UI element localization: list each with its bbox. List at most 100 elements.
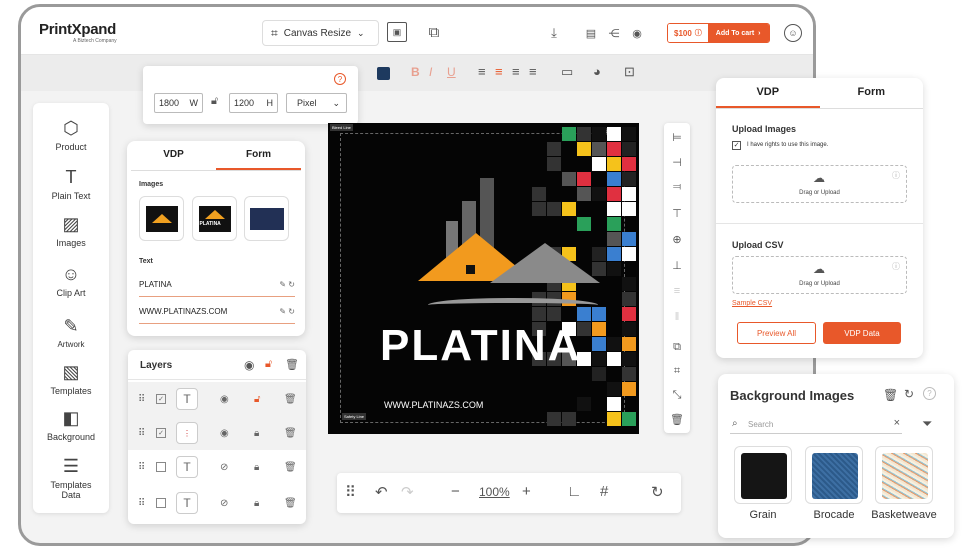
layers-copy-icon[interactable]: ▣ bbox=[387, 22, 407, 42]
preview-eye-icon[interactable]: ◉ bbox=[629, 25, 645, 41]
zoom-in-icon[interactable]: + bbox=[522, 483, 531, 500]
reset-icon[interactable]: ↻ bbox=[651, 483, 664, 501]
canvas-brand-text[interactable]: PLATINA bbox=[380, 321, 581, 371]
text-color-swatch[interactable] bbox=[377, 67, 390, 80]
zoom-out-icon[interactable]: − bbox=[451, 483, 460, 500]
help-icon[interactable]: ⓘ bbox=[892, 170, 900, 181]
text-item-1[interactable]: PLATINA ✎ ↻ bbox=[139, 280, 295, 297]
image-thumb-2[interactable]: PLATINA bbox=[192, 196, 237, 241]
trash-icon[interactable]: 🗑︎ bbox=[284, 462, 297, 473]
image-thumb-1[interactable] bbox=[139, 196, 184, 241]
sidebar-item-product[interactable]: ⬡ Product bbox=[33, 117, 109, 152]
sidebar-item-clip-art[interactable]: ☺ Clip Art bbox=[33, 263, 109, 298]
help-icon[interactable]: ⓘ bbox=[892, 261, 900, 272]
drag-handle-icon[interactable]: ⠿ bbox=[138, 498, 145, 509]
drag-handle-icon[interactable]: ⠿ bbox=[138, 428, 145, 439]
bg-thumb-grain[interactable] bbox=[734, 446, 792, 504]
sample-csv-link[interactable]: Sample CSV bbox=[732, 300, 772, 307]
align-right-icon[interactable]: ≡ bbox=[512, 64, 520, 79]
checkbox-checked[interactable]: ✓ bbox=[732, 141, 741, 150]
clear-icon[interactable]: × bbox=[894, 417, 900, 429]
tab-form[interactable]: Form bbox=[820, 78, 924, 108]
checkbox-checked[interactable]: ✓ bbox=[156, 394, 166, 404]
refresh-icon[interactable]: ↻ bbox=[904, 387, 914, 401]
bg-thumb-brocade[interactable] bbox=[805, 446, 863, 504]
layer-row-2[interactable]: ⠿ ✓ ⋮ ◉ 🔒︎ 🗑︎ bbox=[128, 416, 306, 450]
layer-row-3[interactable]: ⠿ T ⊘ 🔒︎ 🗑︎ bbox=[128, 450, 306, 484]
canvas-resize-button[interactable]: ⌗ Canvas Resize ⌄ bbox=[262, 20, 379, 46]
shape-icon[interactable]: ▭ bbox=[561, 64, 573, 80]
layer-row-1[interactable]: ⠿ ✓ T ◉ 🔓︎ 🗑︎ bbox=[128, 382, 306, 416]
edit-refresh-icons[interactable]: ✎ ↻ bbox=[279, 307, 295, 316]
drag-handle-icon[interactable]: ⠿ bbox=[345, 483, 356, 501]
trash-icon[interactable]: 🗑︎ bbox=[284, 394, 297, 405]
lock-icon[interactable]: 🔒︎ bbox=[254, 498, 259, 509]
vdp-data-button[interactable]: VDP Data bbox=[823, 322, 901, 344]
sidebar-item-background[interactable]: ◧ Background bbox=[33, 407, 109, 442]
resize-icon[interactable]: ⤡ bbox=[664, 389, 690, 402]
sidebar-item-templates-data[interactable]: ☰ Templates Data bbox=[33, 455, 109, 500]
design-canvas[interactable]: Bleed Line Cut Line Safety Line PLATINA … bbox=[328, 123, 639, 434]
sidebar-item-artwork[interactable]: ✎ Artwork bbox=[33, 315, 109, 349]
lock-icon[interactable]: 🔒︎ bbox=[254, 462, 259, 473]
align-top-icon[interactable]: ⊤ bbox=[664, 207, 690, 220]
align-right-icon[interactable]: ⫤ bbox=[664, 181, 690, 194]
canvas-url-text[interactable]: WWW.PLATINAZS.COM bbox=[384, 400, 483, 410]
checkbox-unchecked[interactable] bbox=[156, 498, 166, 508]
tab-vdp[interactable]: VDP bbox=[716, 78, 820, 108]
help-icon[interactable]: ? bbox=[334, 73, 346, 85]
preview-all-button[interactable]: Preview All bbox=[737, 322, 816, 344]
drag-handle-icon[interactable]: ⠿ bbox=[138, 394, 145, 405]
align-center-icon[interactable]: ≡ bbox=[495, 64, 503, 79]
trash-icon[interactable]: 🗑︎ bbox=[883, 388, 898, 402]
distribute-h-icon[interactable]: ≡ bbox=[664, 285, 690, 297]
image-thumb-3[interactable] bbox=[244, 196, 289, 241]
eye-hidden-icon[interactable]: ⊘ bbox=[220, 498, 228, 509]
eye-hidden-icon[interactable]: ⊘ bbox=[220, 462, 228, 473]
italic-icon[interactable]: I bbox=[429, 65, 432, 79]
eye-icon[interactable]: ◉ bbox=[220, 428, 229, 439]
trash-icon[interactable]: 🗑︎ bbox=[285, 358, 299, 371]
filter-icon[interactable]: ⏷ bbox=[922, 416, 932, 432]
bold-icon[interactable]: B bbox=[411, 65, 420, 79]
lock-icon[interactable]: 🔒︎ bbox=[254, 428, 259, 439]
bg-thumb-basketweave[interactable] bbox=[875, 446, 933, 504]
eye-icon[interactable]: ◉ bbox=[220, 394, 229, 405]
sidebar-item-images[interactable]: ▨ Images bbox=[33, 213, 109, 248]
csv-dropzone[interactable]: ☁ ⓘ Drag or Upload bbox=[732, 256, 907, 294]
add-to-cart-button[interactable]: Add To cart › bbox=[707, 24, 769, 42]
share-icon[interactable]: ⋲ bbox=[606, 25, 622, 41]
underline-icon[interactable]: U bbox=[447, 65, 456, 79]
align-justify-icon[interactable]: ≡ bbox=[529, 64, 537, 79]
tab-vdp[interactable]: VDP bbox=[131, 141, 216, 170]
download-icon[interactable]: ⤓ bbox=[546, 25, 562, 41]
layer-row-4[interactable]: ⠿ T ⊘ 🔒︎ 🗑︎ bbox=[128, 486, 306, 520]
sidebar-item-plain-text[interactable]: T Plain Text bbox=[33, 166, 109, 201]
edit-refresh-icons[interactable]: ✎ ↻ bbox=[279, 280, 295, 289]
lock-open-icon[interactable]: 🔓︎ bbox=[265, 358, 272, 371]
redo-icon[interactable]: ↷ bbox=[401, 483, 414, 501]
align-top-left-icon[interactable]: ⊨ bbox=[664, 131, 690, 144]
price-badge[interactable]: $100 ⓘ bbox=[668, 24, 708, 42]
sidebar-item-templates[interactable]: ▧ Templates bbox=[33, 361, 109, 396]
help-icon[interactable]: ? bbox=[923, 387, 936, 400]
save-icon[interactable]: ▤ bbox=[583, 25, 599, 41]
trash-icon[interactable]: 🗑︎ bbox=[664, 413, 690, 426]
image-dropzone[interactable]: ☁ ⓘ Drag or Upload bbox=[732, 165, 907, 203]
lock-icon[interactable]: 🔓︎ bbox=[211, 95, 218, 108]
color-wheel-icon[interactable]: ◕ bbox=[593, 64, 601, 79]
trash-icon[interactable]: 🗑︎ bbox=[284, 498, 297, 509]
width-field[interactable]: 1800 W bbox=[154, 93, 203, 113]
ruler-icon[interactable]: ∟ bbox=[567, 483, 582, 500]
checkbox-unchecked[interactable] bbox=[156, 462, 166, 472]
align-center-h-icon[interactable]: ⊣ bbox=[664, 156, 690, 169]
align-left-icon[interactable]: ≡ bbox=[478, 64, 486, 79]
lock-open-icon[interactable]: 🔓︎ bbox=[254, 394, 260, 405]
grid-icon[interactable]: # bbox=[600, 483, 608, 500]
frame-icon[interactable]: ⊡ bbox=[624, 64, 635, 80]
user-avatar-icon[interactable]: ☺ bbox=[784, 24, 802, 42]
text-item-2[interactable]: WWW.PLATINAZS.COM ✎ ↻ bbox=[139, 307, 295, 324]
checkbox-checked[interactable]: ✓ bbox=[156, 428, 166, 438]
align-bottom-icon[interactable]: ⊥ bbox=[664, 259, 690, 272]
tab-form[interactable]: Form bbox=[216, 141, 301, 170]
